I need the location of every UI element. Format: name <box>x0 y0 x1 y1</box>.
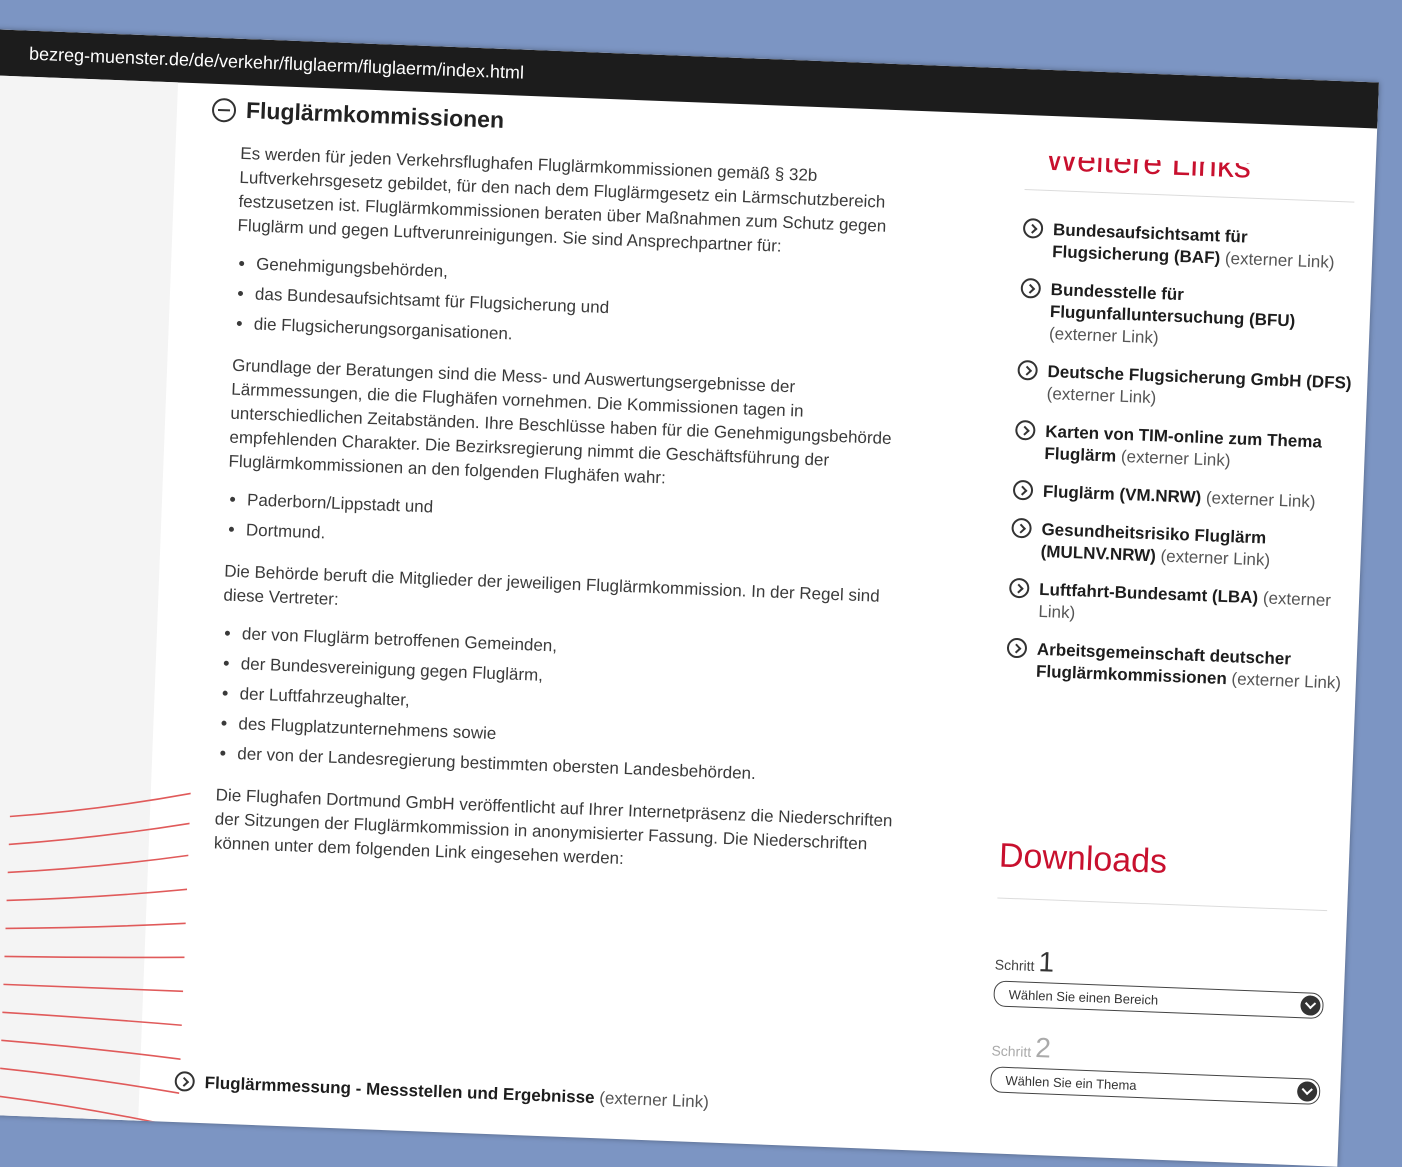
collapse-minus-icon[interactable] <box>211 97 237 123</box>
chevron-down-icon[interactable] <box>1296 1081 1318 1102</box>
chevron-right-icon <box>1006 637 1028 659</box>
sidebar: Weitere Links Bundesaufsichtsamt für Flu… <box>989 127 1379 1105</box>
main-content: Fluglärmkommissionen Es werden für jeden… <box>174 96 932 1112</box>
sidebar-link-baf[interactable]: Bundesaufsichtsamt für Flugsicherung (BA… <box>1022 217 1363 275</box>
downloads-title: Downloads <box>998 836 1168 881</box>
sidebar-link-vm-nrw[interactable]: Fluglärm (VM.NRW) (externer Link) <box>1012 479 1354 515</box>
airport-list: Paderborn/Lippstadt und Dortmund. <box>225 488 917 568</box>
area-select-value: Wählen Sie einen Bereich <box>1008 986 1159 1008</box>
section-body: Es werden für jeden Verkehrsflughafen Fl… <box>183 141 930 882</box>
chevron-right-icon <box>1014 419 1036 441</box>
chevron-right-icon <box>1008 577 1030 599</box>
sidebar-link-mulnv-nrw[interactable]: Gesundheitsrisiko Fluglärm (MULNV.NRW) (… <box>1010 517 1351 575</box>
chevron-right-icon <box>1017 359 1039 381</box>
browser-page: bezreg-muenster.de/de/verkehr/fluglaerm/… <box>0 28 1379 1167</box>
chevron-right-icon <box>1011 517 1032 539</box>
section-title: Fluglärmkommissionen <box>245 97 505 133</box>
topic-select-value: Wählen Sie ein Thema <box>1005 1072 1137 1093</box>
chevron-right-icon <box>1022 217 1044 239</box>
sidebar-link-adf[interactable]: Arbeitsgemeinschaft deutscher Fluglärmko… <box>1006 637 1347 695</box>
paragraph-3: Die Behörde beruft die Mitglieder der je… <box>223 561 880 609</box>
decorative-curves-icon <box>0 792 191 1128</box>
paragraph-1: Es werden für jeden Verkehrsflughafen Fl… <box>237 143 887 256</box>
paragraph-2: Grundlage der Beratungen sind die Mess- … <box>228 355 892 488</box>
member-list: der von Fluglärm betroffenen Gemeinden, … <box>217 622 912 792</box>
chevron-right-icon <box>1020 277 1042 299</box>
link-title[interactable]: Fluglärmmessung - Messstellen und Ergebn… <box>204 1073 595 1107</box>
fluglaermmessung-link[interactable]: Fluglärmmessung - Messstellen und Ergebn… <box>174 1071 709 1114</box>
chevron-down-icon[interactable] <box>1300 995 1321 1016</box>
left-decoration <box>0 75 191 1128</box>
contact-list: Genehmigungsbehörden, das Bundesaufsicht… <box>233 252 926 362</box>
sidebar-links: Bundesaufsichtsamt für Flugsicherung (BA… <box>1006 217 1379 695</box>
sidebar-link-dfs[interactable]: Deutsche Flugsicherung GmbH (DFS) (exter… <box>1016 359 1357 417</box>
sidebar-link-lba[interactable]: Luftfahrt-Bundesamt (LBA) (externer Link… <box>1008 577 1349 635</box>
sidebar-heading: Weitere Links <box>1045 155 1252 186</box>
downloads-panel: Downloads Schritt 1 Wählen Sie einen Bere… <box>989 836 1340 1106</box>
divider <box>997 897 1328 912</box>
chevron-right-icon <box>1012 479 1034 501</box>
sidebar-link-tim-online[interactable]: Karten von TIM-online zum Thema Fluglärm… <box>1014 419 1355 477</box>
chevron-right-icon <box>174 1071 196 1092</box>
paragraph-4: Die Flughafen Dortmund GmbH veröffentlic… <box>213 785 893 869</box>
external-link-note: (externer Link) <box>598 1088 710 1112</box>
sidebar-link-bfu[interactable]: Bundesstelle für Flugunfalluntersuchung … <box>1019 277 1361 357</box>
